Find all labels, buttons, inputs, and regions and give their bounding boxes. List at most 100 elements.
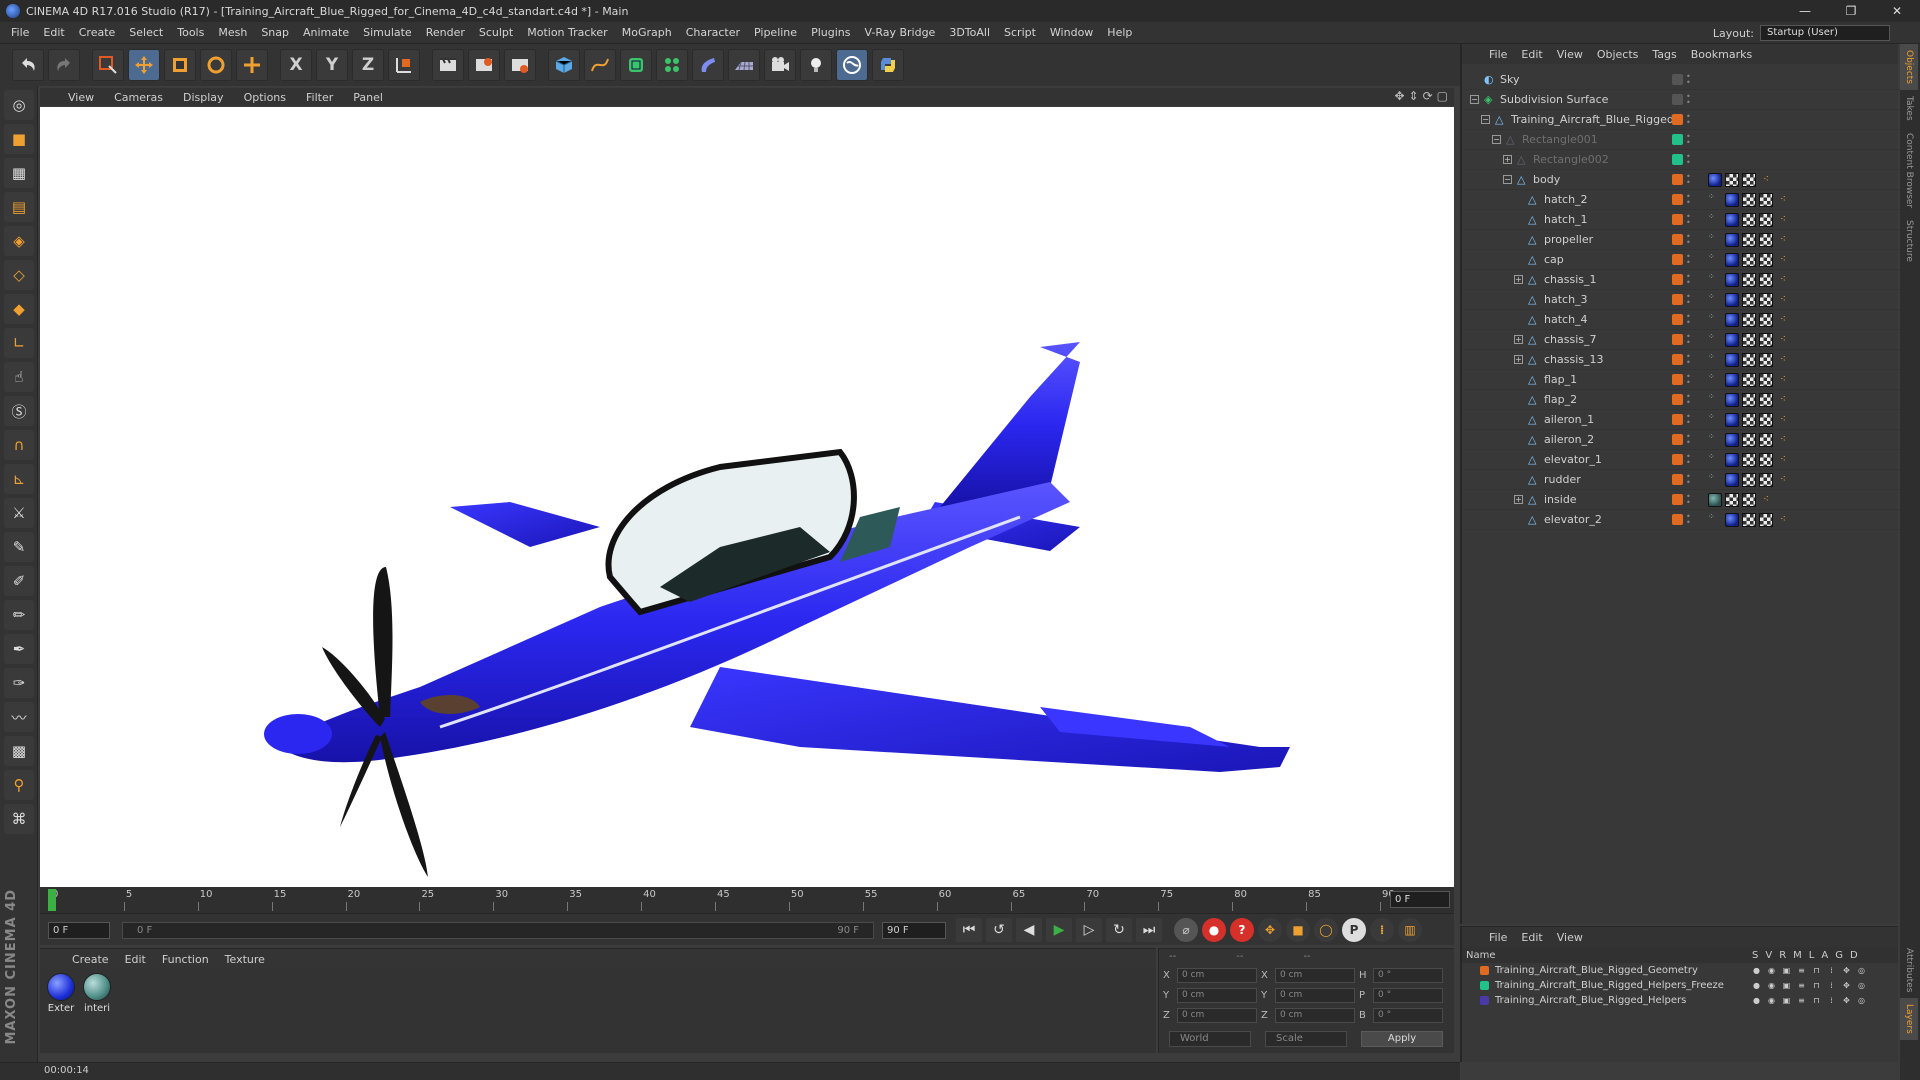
phong-tag-icon[interactable]: ⁘ bbox=[1708, 292, 1722, 306]
viewport-menu-options[interactable]: Options bbox=[234, 91, 296, 104]
start-frame-field[interactable]: 0 F bbox=[48, 922, 110, 939]
key-rotation-icon[interactable]: ◯ bbox=[1314, 918, 1338, 942]
y-axis-lock-button[interactable]: Y bbox=[316, 49, 348, 81]
python-script-icon[interactable]: ⌘ bbox=[4, 804, 34, 834]
layer-color-tag[interactable] bbox=[1672, 294, 1683, 305]
weight-tag-icon[interactable]: ⁖ bbox=[1776, 353, 1790, 367]
pan-view-icon[interactable]: ✥ bbox=[1394, 89, 1404, 103]
material-tag-icon[interactable] bbox=[1725, 252, 1739, 267]
lock-icon[interactable]: ⊓ bbox=[1812, 966, 1821, 975]
visibility-dots-icon[interactable]: • • bbox=[1686, 332, 1692, 346]
layer-color-tag[interactable] bbox=[1672, 374, 1683, 385]
minimize-button[interactable]: — bbox=[1782, 0, 1828, 22]
menu-motion-tracker[interactable]: Motion Tracker bbox=[520, 26, 614, 39]
layer-color-tag[interactable] bbox=[1672, 194, 1683, 205]
visibility-dots-icon[interactable]: • • bbox=[1686, 432, 1692, 446]
texture-tag-icon[interactable] bbox=[1759, 212, 1773, 227]
uvw-tag-icon[interactable] bbox=[1725, 492, 1739, 507]
lm-menu-view[interactable]: View bbox=[1550, 931, 1590, 944]
goto-end-icon[interactable]: ⏭ bbox=[1136, 918, 1162, 942]
material-tag-icon[interactable] bbox=[1725, 392, 1739, 407]
object-row-elevator-2[interactable]: △ elevator_2 • • ⁘ ⁖ bbox=[1462, 510, 1900, 530]
vray-icon[interactable] bbox=[836, 49, 868, 81]
uvw-tag-icon[interactable] bbox=[1742, 292, 1756, 307]
timeline-window-icon[interactable]: ▥ bbox=[1398, 918, 1422, 942]
material-tag-icon[interactable] bbox=[1725, 512, 1739, 527]
live-selection-icon[interactable] bbox=[92, 49, 124, 81]
cloner-icon[interactable] bbox=[656, 49, 688, 81]
menu-file[interactable]: File bbox=[4, 26, 36, 39]
solo-icon[interactable]: ● bbox=[1752, 981, 1761, 990]
render-view-icon[interactable] bbox=[432, 49, 464, 81]
generator-icon[interactable]: ✥ bbox=[1842, 966, 1851, 975]
menu-plugins[interactable]: Plugins bbox=[804, 26, 857, 39]
rotation-p-field[interactable]: 0 ° bbox=[1373, 987, 1443, 1003]
texture-tag-icon[interactable] bbox=[1759, 392, 1773, 407]
object-row-hatch-3[interactable]: △ hatch_3 • • ⁘ ⁖ bbox=[1462, 290, 1900, 310]
autokey-icon[interactable]: ? bbox=[1230, 918, 1254, 942]
uvw-tag-icon[interactable] bbox=[1742, 452, 1756, 467]
material-tag-icon[interactable] bbox=[1725, 332, 1739, 347]
render-settings-icon[interactable] bbox=[504, 49, 536, 81]
layer-color-tag[interactable] bbox=[1672, 314, 1683, 325]
menu-mograph[interactable]: MoGraph bbox=[615, 26, 679, 39]
layer-color-tag[interactable] bbox=[1672, 234, 1683, 245]
menu-character[interactable]: Character bbox=[679, 26, 747, 39]
light-icon[interactable] bbox=[800, 49, 832, 81]
visibility-dots-icon[interactable]: • • bbox=[1686, 172, 1692, 186]
visibility-dots-icon[interactable]: • • bbox=[1686, 72, 1692, 86]
floor-icon[interactable] bbox=[728, 49, 760, 81]
uvw-tag-icon[interactable] bbox=[1742, 312, 1756, 327]
layer-color-tag[interactable] bbox=[1672, 354, 1683, 365]
menu-vray-bridge[interactable]: V-Ray Bridge bbox=[857, 26, 942, 39]
menu-simulate[interactable]: Simulate bbox=[356, 26, 419, 39]
visibility-dots-icon[interactable]: • • bbox=[1686, 452, 1692, 466]
next-keyframe-icon[interactable]: ↻ bbox=[1106, 918, 1132, 942]
goto-start-icon[interactable]: ⏮ bbox=[956, 918, 982, 942]
material-tag-icon[interactable] bbox=[1725, 232, 1739, 247]
lock-icon[interactable]: ⊓ bbox=[1812, 981, 1821, 990]
texture-tag-icon[interactable] bbox=[1759, 192, 1773, 207]
layer-color-tag[interactable] bbox=[1672, 274, 1683, 285]
uvw-tag-icon[interactable] bbox=[1742, 512, 1756, 527]
workplane-mode-icon[interactable]: ▤ bbox=[4, 192, 34, 222]
polygons-mode-icon[interactable]: ◆ bbox=[4, 294, 34, 324]
weight-tag-icon[interactable]: ⁖ bbox=[1776, 473, 1790, 487]
uvw-tag-icon[interactable] bbox=[1742, 432, 1756, 447]
layer-color-tag[interactable] bbox=[1672, 154, 1683, 165]
size-y-field[interactable]: 0 cm bbox=[1275, 987, 1355, 1003]
deformer-icon[interactable]: ◎ bbox=[1857, 996, 1866, 1005]
material-menu-create[interactable]: Create bbox=[64, 953, 117, 966]
visibility-dots-icon[interactable]: • • bbox=[1686, 312, 1692, 326]
subdivision-surface-icon[interactable] bbox=[620, 49, 652, 81]
close-button[interactable]: ✕ bbox=[1874, 0, 1920, 22]
object-row-training-aircraft-blue-rigged[interactable]: − △ Training_Aircraft_Blue_Rigged • • bbox=[1462, 110, 1900, 130]
weight-tag-icon[interactable]: ⁖ bbox=[1776, 213, 1790, 227]
object-row-chassis-13[interactable]: + △ chassis_13 • • ⁘ ⁖ bbox=[1462, 350, 1900, 370]
scale-tool-icon[interactable] bbox=[164, 49, 196, 81]
deformer-icon[interactable]: ◎ bbox=[1857, 981, 1866, 990]
cube-primitive-icon[interactable] bbox=[548, 49, 580, 81]
phong-tag-icon[interactable]: ⁘ bbox=[1708, 412, 1722, 426]
size-x-field[interactable]: 0 cm bbox=[1275, 967, 1355, 983]
lm-menu-file[interactable]: File bbox=[1482, 931, 1514, 944]
uvw-tag-icon[interactable] bbox=[1742, 392, 1756, 407]
next-frame-icon[interactable]: ▷ bbox=[1076, 918, 1102, 942]
position-y-field[interactable]: 0 cm bbox=[1177, 987, 1257, 1003]
move-tool-icon[interactable] bbox=[128, 49, 160, 81]
object-row-hatch-1[interactable]: △ hatch_1 • • ⁘ ⁖ bbox=[1462, 210, 1900, 230]
rotate-view-icon[interactable]: ⟳ bbox=[1423, 89, 1433, 103]
eye-icon[interactable]: ◉ bbox=[1767, 966, 1776, 975]
render-to-picture-viewer-icon[interactable] bbox=[468, 49, 500, 81]
uvw-tag-icon[interactable] bbox=[1742, 232, 1756, 247]
material-tag-icon[interactable] bbox=[1725, 192, 1739, 207]
deformer-icon[interactable]: ◎ bbox=[1857, 966, 1866, 975]
viewport-menu-view[interactable]: View bbox=[58, 91, 104, 104]
menu-window[interactable]: Window bbox=[1043, 26, 1100, 39]
expand-toggle-icon[interactable]: − bbox=[1470, 95, 1479, 104]
visibility-dots-icon[interactable]: • • bbox=[1686, 152, 1692, 166]
undo-icon[interactable] bbox=[12, 49, 44, 81]
record-active-icon[interactable]: ● bbox=[1202, 918, 1226, 942]
uvw-tag-icon[interactable] bbox=[1742, 412, 1756, 427]
material-tag-icon[interactable] bbox=[1725, 452, 1739, 467]
